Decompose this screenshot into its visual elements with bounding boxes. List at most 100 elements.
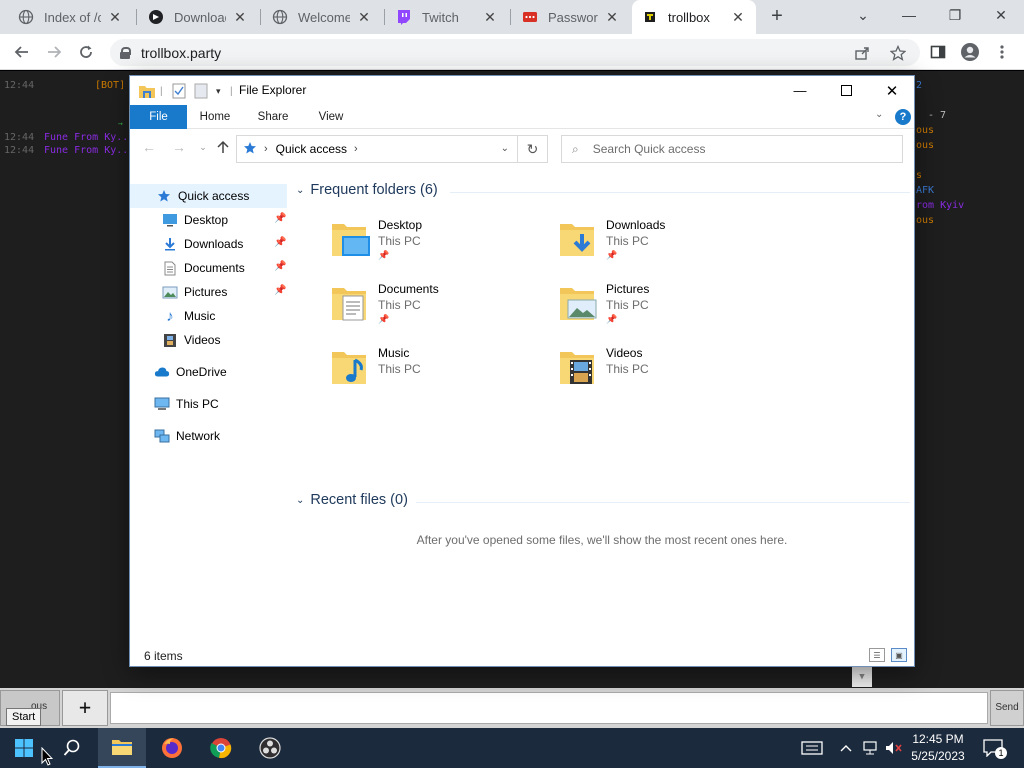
- download-site-icon: [148, 9, 164, 25]
- obs-taskbar-button[interactable]: [246, 728, 294, 768]
- tab-password[interactable]: Password C ✕: [512, 0, 630, 34]
- pin-icon: 📌: [606, 314, 618, 324]
- refresh-icon[interactable]: ↻: [517, 136, 547, 162]
- up-arrow-icon[interactable]: [214, 138, 232, 156]
- close-tab-icon[interactable]: ✕: [107, 9, 123, 25]
- tab-download[interactable]: Download ✕: [138, 0, 258, 34]
- sidebar-item-documents[interactable]: Documents 📌: [130, 256, 287, 280]
- path-separator-icon[interactable]: ›: [264, 143, 268, 155]
- folder-pictures[interactable]: Pictures This PC 📌: [558, 280, 786, 338]
- taskbar-clock[interactable]: 12:45 PM 5/25/2023: [902, 731, 974, 765]
- side-panel-icon[interactable]: [926, 40, 950, 64]
- pin-icon[interactable]: 📌: [274, 261, 286, 272]
- breadcrumb-quick-access[interactable]: Quick access: [276, 142, 347, 156]
- close-tab-icon[interactable]: ✕: [604, 9, 620, 25]
- explorer-app-icon: [138, 83, 156, 99]
- item-count: 6 items: [144, 649, 183, 663]
- large-icons-view-icon[interactable]: ▣: [891, 648, 907, 662]
- send-button[interactable]: Send: [990, 690, 1024, 726]
- path-separator-icon[interactable]: ›: [354, 143, 358, 155]
- search-taskbar-button[interactable]: [48, 728, 96, 768]
- folder-music[interactable]: Music This PC: [330, 344, 558, 402]
- address-history-chevron-icon[interactable]: ⌄: [501, 143, 509, 154]
- bookmark-star-icon[interactable]: [886, 41, 910, 65]
- tab-index-of[interactable]: Index of /cc ✕: [8, 0, 133, 34]
- chat-message-input[interactable]: [110, 692, 988, 724]
- ribbon-tabs: File Home Share View ⌄ ?: [130, 105, 914, 129]
- tab-share[interactable]: Share: [250, 105, 296, 129]
- expand-ribbon-chevron-icon[interactable]: ⌄: [875, 109, 883, 120]
- address-path-box[interactable]: › Quick access › ⌄ ↻: [236, 135, 548, 163]
- chat-timestamp: 12:44: [4, 132, 35, 143]
- close-browser-button[interactable]: ✕: [978, 0, 1024, 30]
- firefox-taskbar-button[interactable]: [148, 728, 196, 768]
- minimize-button[interactable]: —: [777, 76, 823, 105]
- more-menu-icon[interactable]: [990, 40, 1014, 64]
- close-button[interactable]: ✕: [869, 76, 915, 105]
- sidebar-item-this-pc[interactable]: This PC: [130, 392, 287, 416]
- sidebar-item-videos[interactable]: Videos: [130, 328, 287, 352]
- show-hidden-icons-chevron-icon[interactable]: [836, 738, 856, 758]
- minimize-browser-button[interactable]: —: [886, 0, 932, 30]
- close-tab-icon[interactable]: ✕: [356, 9, 372, 25]
- recent-locations-chevron-icon[interactable]: ⌄: [194, 138, 212, 156]
- keyboard-touch-icon[interactable]: [800, 738, 824, 758]
- maximize-button[interactable]: [823, 76, 869, 105]
- sidebar-item-downloads[interactable]: Downloads 📌: [130, 232, 287, 256]
- forward-arrow-icon[interactable]: →: [170, 138, 188, 156]
- chrome-taskbar-button[interactable]: [197, 728, 245, 768]
- pin-icon[interactable]: 📌: [274, 285, 286, 296]
- start-tooltip: Start: [6, 708, 42, 726]
- tab-search-chevron-icon[interactable]: ⌄: [840, 0, 886, 30]
- back-arrow-icon[interactable]: ←: [140, 138, 158, 156]
- folder-downloads[interactable]: Downloads This PC 📌: [558, 216, 786, 274]
- new-folder-icon[interactable]: [194, 83, 208, 99]
- folder-documents[interactable]: Documents This PC 📌: [330, 280, 558, 338]
- sidebar-item-desktop[interactable]: Desktop 📌: [130, 208, 287, 232]
- restore-browser-button[interactable]: ❐: [932, 0, 978, 30]
- properties-icon[interactable]: [172, 83, 186, 99]
- close-tab-icon[interactable]: ✕: [482, 9, 498, 25]
- details-view-icon[interactable]: ☰: [869, 648, 885, 662]
- help-icon[interactable]: ?: [895, 109, 911, 125]
- tab-welcome[interactable]: Welcome ✕: [262, 0, 382, 34]
- profile-avatar-icon[interactable]: [958, 40, 982, 64]
- collapse-chevron-icon[interactable]: ⌄: [296, 495, 304, 506]
- folder-desktop[interactable]: Desktop This PC 📌: [330, 216, 558, 274]
- search-box[interactable]: ⌕ Search Quick access: [561, 135, 903, 163]
- file-explorer-window: | ▾ | File Explorer — ✕ File Home Share …: [129, 75, 915, 667]
- customize-quick-access-chevron-icon[interactable]: ▾: [216, 83, 221, 99]
- sidebar-item-onedrive[interactable]: OneDrive: [130, 360, 287, 384]
- collapse-chevron-icon[interactable]: ⌄: [296, 185, 304, 196]
- recent-files-header[interactable]: ⌄ Recent files (0): [296, 492, 408, 508]
- close-tab-icon[interactable]: ✕: [232, 9, 248, 25]
- tab-home[interactable]: Home: [192, 105, 238, 129]
- sidebar-item-label: This PC: [176, 397, 219, 411]
- pin-icon: 📌: [378, 250, 390, 260]
- network-tray-icon[interactable]: [861, 738, 881, 758]
- add-button[interactable]: +: [62, 690, 108, 726]
- folder-videos[interactable]: Videos This PC: [558, 344, 786, 402]
- new-tab-button[interactable]: +: [765, 5, 789, 29]
- back-icon[interactable]: [10, 40, 34, 64]
- sidebar-item-network[interactable]: Network: [130, 424, 287, 448]
- tab-twitch[interactable]: Twitch ✕: [386, 0, 508, 34]
- forward-icon[interactable]: [42, 40, 66, 64]
- scroll-down-arrow-icon[interactable]: ▼: [852, 667, 872, 687]
- frequent-folders-header[interactable]: ⌄ Frequent folders (6): [296, 182, 438, 198]
- tab-view[interactable]: View: [308, 105, 354, 129]
- sidebar-item-quick-access[interactable]: Quick access: [130, 184, 287, 208]
- close-tab-icon[interactable]: ✕: [730, 9, 746, 25]
- volume-muted-icon[interactable]: [884, 738, 904, 758]
- reload-icon[interactable]: [74, 40, 98, 64]
- sidebar-item-music[interactable]: ♪ Music: [130, 304, 287, 328]
- tab-trollbox[interactable]: trollbox ✕: [632, 0, 756, 34]
- file-explorer-taskbar-button[interactable]: [98, 728, 146, 768]
- url-text: trollbox.party: [141, 44, 222, 61]
- share-icon[interactable]: [850, 41, 874, 65]
- tab-file[interactable]: File: [130, 105, 187, 129]
- pin-icon[interactable]: 📌: [274, 213, 286, 224]
- address-bar[interactable]: trollbox.party: [110, 39, 920, 66]
- pin-icon[interactable]: 📌: [274, 237, 286, 248]
- sidebar-item-pictures[interactable]: Pictures 📌: [130, 280, 287, 304]
